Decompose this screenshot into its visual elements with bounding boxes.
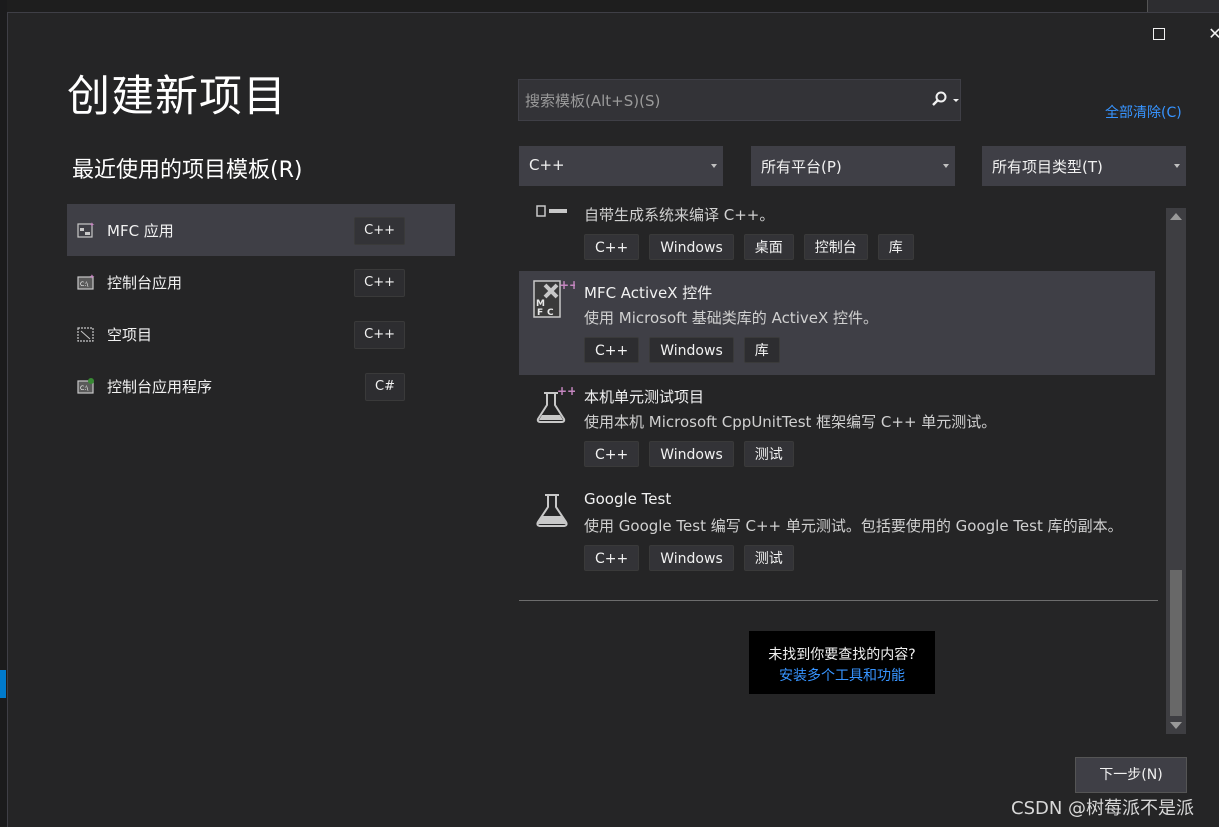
language-filter-dropdown[interactable]: C++ bbox=[519, 146, 723, 186]
template-list: 自带生成系统来编译 C++。 C++ Windows 桌面 控制台 库 M F … bbox=[519, 204, 1155, 594]
template-search bbox=[518, 79, 961, 121]
tag: 库 bbox=[743, 337, 780, 363]
page-title: 创建新项目 bbox=[67, 72, 287, 122]
recent-item-label: 控制台应用 bbox=[107, 274, 183, 292]
template-item-mfc-activex[interactable]: M F C ++ MFC ActiveX 控件 使用 Microsoft 基础类… bbox=[519, 271, 1155, 375]
list-divider bbox=[519, 600, 1158, 601]
svg-text:C:\: C:\ bbox=[80, 385, 89, 392]
template-item-native-unit-test[interactable]: ++ 本机单元测试项目 使用本机 Microsoft CppUnitTest 框… bbox=[519, 375, 1155, 479]
language-tag: C# bbox=[365, 373, 405, 401]
tag: 测试 bbox=[743, 545, 794, 571]
cmake-project-icon bbox=[536, 205, 567, 217]
tag: 测试 bbox=[743, 441, 794, 467]
empty-project-icon bbox=[77, 327, 94, 342]
maximize-button[interactable] bbox=[1147, 22, 1171, 46]
template-name: 本机单元测试项目 bbox=[584, 388, 705, 406]
install-more-tools-link[interactable]: 安装多个工具和功能 bbox=[749, 665, 935, 685]
native-unit-test-icon: ++ bbox=[536, 384, 575, 423]
platform-filter-value: 所有平台(P) bbox=[761, 158, 842, 176]
recent-item-mfc-app[interactable]: ✦ MFC 应用 C++ bbox=[67, 204, 455, 256]
template-list-scrollbar[interactable] bbox=[1166, 208, 1186, 734]
scroll-up-arrow-icon[interactable] bbox=[1170, 213, 1182, 220]
svg-text:✦: ✦ bbox=[89, 221, 95, 229]
search-icon bbox=[932, 91, 959, 106]
background-window-edge bbox=[1147, 0, 1219, 12]
scroll-down-arrow-icon[interactable] bbox=[1170, 722, 1182, 729]
recent-item-console-app[interactable]: C:\ ✦ 控制台应用 C++ bbox=[67, 256, 455, 308]
chevron-down-icon bbox=[711, 164, 717, 168]
tag: Windows bbox=[649, 337, 734, 363]
mfc-app-icon: ✦ bbox=[77, 221, 95, 238]
template-name: Google Test bbox=[584, 490, 672, 508]
project-type-filter-dropdown[interactable]: 所有项目类型(T) bbox=[982, 146, 1186, 186]
search-button[interactable] bbox=[922, 80, 960, 120]
tag: Windows bbox=[649, 234, 734, 260]
tag: C++ bbox=[584, 545, 640, 571]
scrollbar-thumb[interactable] bbox=[1170, 570, 1182, 716]
left-edge-strip bbox=[0, 0, 7, 826]
recent-item-empty-project[interactable]: 空项目 C++ bbox=[67, 308, 455, 360]
google-test-flask-icon bbox=[536, 494, 568, 527]
template-name: MFC ActiveX 控件 bbox=[584, 284, 713, 302]
svg-text:++: ++ bbox=[557, 384, 575, 398]
recent-templates-list: ✦ MFC 应用 C++ C:\ ✦ 控制台应用 C++ 空项目 C++ C:\… bbox=[67, 204, 455, 412]
svg-text:✦: ✦ bbox=[89, 273, 95, 281]
maximize-icon bbox=[1153, 28, 1165, 40]
next-button[interactable]: 下一步(N) bbox=[1075, 757, 1187, 793]
recent-item-label: 空项目 bbox=[107, 326, 153, 344]
svg-text:F: F bbox=[537, 308, 543, 318]
tag: C++ bbox=[584, 441, 640, 467]
template-description: 使用 Microsoft 基础类库的 ActiveX 控件。 bbox=[584, 309, 879, 327]
template-item-google-test[interactable]: Google Test 使用 Google Test 编写 C++ 单元测试。包… bbox=[519, 479, 1155, 583]
language-filter-value: C++ bbox=[529, 156, 565, 174]
recent-item-label: 控制台应用程序 bbox=[107, 378, 213, 396]
chevron-down-icon bbox=[1174, 164, 1180, 168]
tag: 控制台 bbox=[803, 234, 868, 260]
recent-item-csharp-console[interactable]: C:\ 控制台应用程序 C# bbox=[67, 360, 455, 412]
clear-all-link[interactable]: 全部清除(C) bbox=[1105, 102, 1182, 122]
recent-templates-heading: 最近使用的项目模板(R) bbox=[72, 158, 303, 183]
template-description: 使用 Google Test 编写 C++ 单元测试。包括要使用的 Google… bbox=[584, 517, 1123, 535]
mfc-activex-icon: M F C ++ bbox=[533, 279, 575, 318]
template-tags: C++ Windows 测试 bbox=[584, 441, 794, 467]
chevron-down-icon bbox=[943, 164, 949, 168]
platform-filter-dropdown[interactable]: 所有平台(P) bbox=[751, 146, 955, 186]
tag: 桌面 bbox=[743, 234, 794, 260]
left-edge-accent bbox=[0, 670, 6, 698]
not-found-question: 未找到你要查找的内容? bbox=[768, 647, 916, 663]
search-input[interactable] bbox=[523, 88, 922, 114]
csharp-console-icon: C:\ bbox=[77, 378, 94, 394]
tag: Windows bbox=[649, 545, 734, 571]
close-button[interactable]: ✕ bbox=[1203, 22, 1219, 46]
template-item-cmake[interactable]: 自带生成系统来编译 C++。 C++ Windows 桌面 控制台 库 bbox=[519, 204, 1155, 272]
tag: C++ bbox=[584, 337, 640, 363]
tag: C++ bbox=[584, 234, 640, 260]
console-app-icon: C:\ ✦ bbox=[77, 273, 95, 290]
tag: Windows bbox=[649, 441, 734, 467]
svg-text:C:\: C:\ bbox=[80, 281, 89, 288]
template-tags: C++ Windows 桌面 控制台 库 bbox=[584, 234, 914, 260]
language-tag: C++ bbox=[354, 217, 405, 245]
language-tag: C++ bbox=[354, 321, 405, 349]
tag: 库 bbox=[877, 234, 914, 260]
template-description: 自带生成系统来编译 C++。 bbox=[584, 206, 775, 224]
template-tags: C++ Windows 测试 bbox=[584, 545, 794, 571]
svg-text:C: C bbox=[547, 308, 554, 318]
template-description: 使用本机 Microsoft CppUnitTest 框架编写 C++ 单元测试… bbox=[584, 413, 997, 431]
close-icon: ✕ bbox=[1208, 24, 1219, 43]
not-found-tooltip: 未找到你要查找的内容? 安装多个工具和功能 bbox=[749, 631, 935, 694]
language-tag: C++ bbox=[354, 269, 405, 297]
template-tags: C++ Windows 库 bbox=[584, 337, 780, 363]
svg-text:++: ++ bbox=[559, 279, 575, 292]
project-type-filter-value: 所有项目类型(T) bbox=[992, 158, 1103, 176]
recent-item-label: MFC 应用 bbox=[107, 222, 174, 240]
watermark: CSDN @树莓派不是派 bbox=[1011, 798, 1195, 819]
